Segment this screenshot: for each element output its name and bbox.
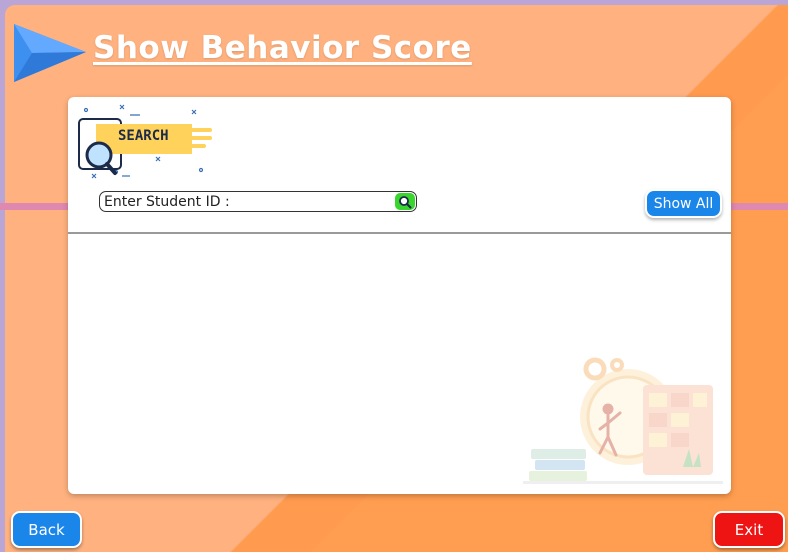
show-all-button[interactable]: Show All	[645, 189, 722, 218]
page-title: Show Behavior Score	[93, 30, 472, 66]
search-button[interactable]	[395, 193, 415, 210]
student-id-search	[99, 191, 417, 212]
panel-divider	[68, 232, 731, 234]
magnifier-icon	[399, 195, 412, 208]
play-arrow-icon	[14, 24, 86, 82]
search-panel: SEARCH Show All	[68, 97, 731, 494]
exit-button[interactable]: Exit	[713, 511, 785, 548]
back-button[interactable]: Back	[11, 511, 82, 548]
search-logo-label: SEARCH	[118, 128, 169, 144]
student-id-input[interactable]	[104, 193, 389, 210]
deadline-illustration	[523, 357, 723, 484]
